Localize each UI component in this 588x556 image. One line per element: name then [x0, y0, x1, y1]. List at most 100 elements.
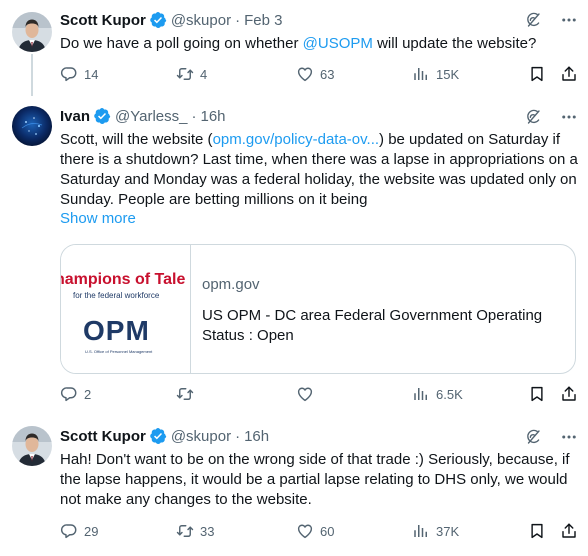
card-domain: opm.gov	[202, 276, 260, 293]
separator-dot: ·	[235, 11, 241, 29]
tweet-text-part: Scott, will the website (	[60, 131, 213, 148]
tweet-feed: Scott Kupor @skupor · Feb 3 Do we have a…	[0, 0, 588, 556]
tweet-text: Scott, will the website (opm.gov/policy-…	[60, 130, 578, 210]
tweet-header: Scott Kupor @skupor · Feb 3	[60, 10, 282, 30]
separator-dot: ·	[191, 107, 197, 125]
link-card[interactable]: hampions of Tale for the federal workfor…	[60, 244, 576, 374]
reply-count: 29	[84, 523, 99, 539]
like-button[interactable]: 60	[296, 522, 334, 540]
verified-badge-icon	[93, 107, 111, 125]
bookmark-button[interactable]	[528, 385, 546, 403]
thread-line	[31, 54, 33, 96]
like-count: 60	[320, 523, 335, 539]
views-button[interactable]: 15K	[412, 65, 459, 83]
header-icons	[524, 11, 578, 29]
reply-count: 2	[84, 386, 92, 402]
like-button[interactable]: 63	[296, 65, 334, 83]
header-icons	[524, 108, 578, 126]
tweet-text-part: will update the website?	[372, 35, 537, 52]
verified-badge-icon	[149, 427, 167, 445]
action-bar: 2 6.5K	[60, 385, 578, 405]
share-icon	[560, 522, 578, 540]
avatar[interactable]	[12, 12, 52, 52]
avatar[interactable]	[12, 106, 52, 146]
card-text: opm.gov US OPM - DC area Federal Governm…	[191, 245, 562, 373]
separator-dot: ·	[235, 427, 241, 445]
tweet-text: Do we have a poll going on whether @USOP…	[60, 34, 578, 54]
handle[interactable]: @skupor	[171, 428, 231, 445]
tweet-text: Hah! Don't want to be on the wrong side …	[60, 451, 570, 508]
retweet-count: 33	[200, 523, 215, 539]
card-image: hampions of Tale for the federal workfor…	[61, 245, 191, 373]
retweet-button[interactable]	[176, 385, 200, 403]
retweet-button[interactable]: 4	[176, 65, 207, 83]
views-button[interactable]: 37K	[412, 522, 459, 540]
like-icon	[296, 522, 314, 540]
timestamp[interactable]: 16h	[201, 108, 226, 125]
action-bar: 29 33 60 37K	[60, 522, 578, 542]
tweet-header: Scott Kupor @skupor · 16h	[60, 426, 269, 446]
action-bar: 14 4 63 15K	[60, 65, 578, 85]
view-count: 15K	[436, 66, 460, 82]
like-icon	[296, 385, 314, 403]
more-icon[interactable]	[560, 428, 578, 446]
avatar[interactable]	[12, 426, 52, 466]
header-icons	[524, 428, 578, 446]
display-name[interactable]: Ivan	[60, 108, 90, 125]
retweet-count: 4	[200, 66, 208, 82]
share-icon	[560, 65, 578, 83]
share-icon	[560, 385, 578, 403]
like-count: 63	[320, 66, 335, 82]
share-button[interactable]	[560, 385, 578, 403]
handle[interactable]: @skupor	[171, 12, 231, 29]
views-button[interactable]: 6.5K	[412, 385, 463, 403]
retweet-icon	[176, 65, 194, 83]
handle[interactable]: @Yarless_	[115, 108, 187, 125]
verified-badge-icon	[149, 11, 167, 29]
tweet-3[interactable]: Scott Kupor @skupor · 16h Hah! Don't wan…	[0, 416, 588, 556]
bookmark-icon	[528, 522, 546, 540]
view-count: 37K	[436, 523, 460, 539]
reply-icon	[60, 522, 78, 540]
grok-icon[interactable]	[524, 11, 542, 29]
bookmark-button[interactable]	[528, 65, 546, 83]
card-image-subtitle: for the federal workforce	[73, 291, 160, 300]
retweet-icon	[176, 385, 194, 403]
card-image-logo-subtitle: U.S. Office of Personnel Management	[85, 349, 153, 354]
mention-link[interactable]: @USOPM	[303, 35, 373, 52]
share-button[interactable]	[560, 522, 578, 540]
display-name[interactable]: Scott Kupor	[60, 12, 146, 29]
tweet-text-part: Do we have a poll going on whether	[60, 35, 303, 52]
like-icon	[296, 65, 314, 83]
reply-count: 14	[84, 66, 99, 82]
more-icon[interactable]	[560, 11, 578, 29]
bookmark-icon	[528, 65, 546, 83]
tweet-2[interactable]: Ivan @Yarless_ · 16h Scott, will the web…	[0, 96, 588, 416]
views-icon	[412, 385, 430, 403]
view-count: 6.5K	[436, 386, 463, 402]
reply-button[interactable]: 29	[60, 522, 98, 540]
grok-icon[interactable]	[524, 428, 542, 446]
card-title: US OPM - DC area Federal Government Oper…	[202, 307, 543, 344]
reply-icon	[60, 385, 78, 403]
reply-button[interactable]: 14	[60, 65, 98, 83]
timestamp[interactable]: Feb 3	[244, 12, 282, 29]
show-more-link[interactable]: Show more	[60, 210, 136, 227]
timestamp[interactable]: 16h	[244, 428, 269, 445]
retweet-button[interactable]: 33	[176, 522, 214, 540]
card-image-logo: OPM	[83, 315, 150, 346]
like-button[interactable]	[296, 385, 320, 403]
views-icon	[412, 522, 430, 540]
tweet-header: Ivan @Yarless_ · 16h	[60, 106, 226, 126]
bookmark-button[interactable]	[528, 522, 546, 540]
retweet-icon	[176, 522, 194, 540]
display-name[interactable]: Scott Kupor	[60, 428, 146, 445]
share-button[interactable]	[560, 65, 578, 83]
bookmark-icon	[528, 385, 546, 403]
tweet-1[interactable]: Scott Kupor @skupor · Feb 3 Do we have a…	[0, 0, 588, 96]
grok-icon[interactable]	[524, 108, 542, 126]
reply-button[interactable]: 2	[60, 385, 91, 403]
more-icon[interactable]	[560, 108, 578, 126]
url-link[interactable]: opm.gov/policy-data-ov...	[213, 131, 379, 148]
views-icon	[412, 65, 430, 83]
